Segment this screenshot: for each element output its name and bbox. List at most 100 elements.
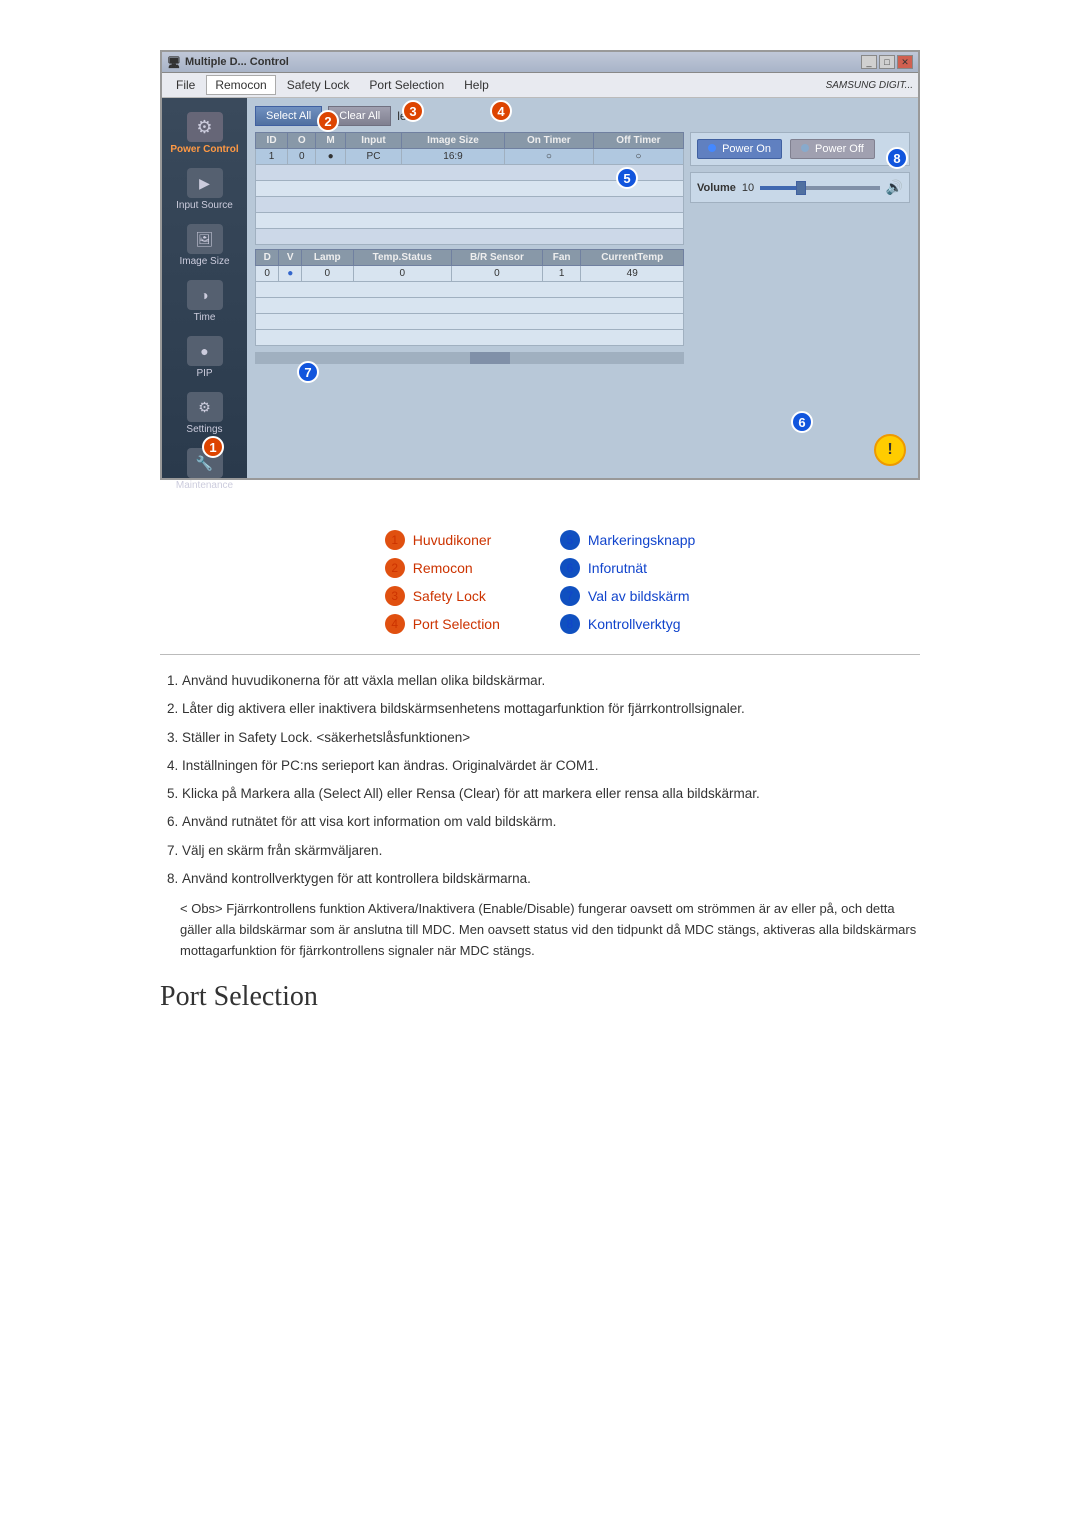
badge-7: 7 xyxy=(297,361,319,383)
menu-safety-lock[interactable]: Safety Lock xyxy=(278,75,359,95)
table-row[interactable] xyxy=(256,330,684,346)
col-header-m: M xyxy=(316,133,345,149)
cell-offtimer: ○ xyxy=(593,149,683,165)
sidebar-item-input-source[interactable]: ▶ Input Source xyxy=(162,164,247,215)
horizontal-scrollbar[interactable] xyxy=(255,352,684,364)
power-off-button[interactable]: Power Off xyxy=(790,139,875,159)
close-button[interactable]: ✕ xyxy=(897,55,913,69)
col-header-lamp: Lamp xyxy=(302,250,353,266)
legend-item-3: 3 Safety Lock xyxy=(385,586,500,606)
legend-label-7: Val av bildskärm xyxy=(588,588,690,604)
warning-icon-container: ! xyxy=(690,430,910,470)
col-header-tempstatus: Temp.Status xyxy=(353,250,452,266)
volume-control: Volume 10 🔊 xyxy=(690,172,910,203)
speaker-icon: 🔊 xyxy=(886,179,903,196)
badge-2: 2 xyxy=(317,110,339,132)
power-controls: Power On Power Off xyxy=(690,132,910,166)
badge-5: 5 xyxy=(616,167,638,189)
cell-currenttemp: 49 xyxy=(581,266,684,282)
control-spacer xyxy=(690,209,910,424)
menu-file[interactable]: File xyxy=(167,75,204,95)
legend-badge-2: 2 xyxy=(385,558,405,578)
cell-v: ● xyxy=(279,266,302,282)
col-header-o: O xyxy=(288,133,316,149)
legend-section: 1 Huvudikoner 2 Remocon 3 Safety Lock 4 … xyxy=(160,530,920,634)
legend-badge-1: 1 xyxy=(385,530,405,550)
col-header-v: V xyxy=(279,250,302,266)
title-bar: 🖥 Multiple D... Control _ □ ✕ xyxy=(162,52,918,73)
desc-5: Klicka på Markera alla (Select All) elle… xyxy=(182,784,920,804)
cell-brsensor: 0 xyxy=(452,266,543,282)
obs-note: < Obs> Fjärrkontrollens funktion Aktiver… xyxy=(160,899,920,961)
desc-3: Ställer in Safety Lock. <säkerhetslåsfun… xyxy=(182,728,920,748)
legend-badge-4: 4 xyxy=(385,614,405,634)
volume-fill xyxy=(760,186,796,190)
badge-4: 4 xyxy=(490,100,512,122)
table-row[interactable] xyxy=(256,197,684,213)
select-all-button[interactable]: Select All xyxy=(255,106,322,126)
col-header-currenttemp: CurrentTemp xyxy=(581,250,684,266)
time-icon: ◑ xyxy=(187,280,223,310)
sidebar-label-input: Input Source xyxy=(176,200,233,211)
volume-label: Volume xyxy=(697,182,736,194)
cell-tempstatus: 0 xyxy=(353,266,452,282)
table-row[interactable] xyxy=(256,213,684,229)
power-on-button[interactable]: Power On xyxy=(697,139,782,159)
legend-col-left: 1 Huvudikoner 2 Remocon 3 Safety Lock 4 … xyxy=(385,530,500,634)
legend-item-8: 8 Kontrollverktyg xyxy=(560,614,695,634)
sidebar-label-power: Power Control xyxy=(170,144,238,155)
volume-slider[interactable] xyxy=(760,186,879,190)
sidebar-item-time[interactable]: ◑ Time xyxy=(162,276,247,327)
sidebar-item-power-control[interactable]: ⚙ Power Control xyxy=(162,108,247,159)
desc-1: Använd huvudikonerna för att växla mella… xyxy=(182,671,920,691)
table-row[interactable] xyxy=(256,314,684,330)
power-control-icon: ⚙ xyxy=(187,112,223,142)
table-row[interactable] xyxy=(256,229,684,245)
cell-m: ● xyxy=(316,149,345,165)
sidebar-label-pip: PIP xyxy=(196,368,212,379)
badge-1: 1 xyxy=(202,436,224,458)
description-list: Använd huvudikonerna för att växla mella… xyxy=(160,671,920,961)
minimize-button[interactable]: _ xyxy=(861,55,877,69)
volume-handle[interactable] xyxy=(796,181,806,195)
power-off-label: Power Off xyxy=(815,143,864,155)
toolbar-row: Select All Clear All le xyxy=(255,106,910,126)
desc-4: Inställningen för PC:ns serieport kan än… xyxy=(182,756,920,776)
col-header-ontimer: On Timer xyxy=(504,133,593,149)
table-row[interactable] xyxy=(256,298,684,314)
legend-label-1: Huvudikoner xyxy=(413,532,492,548)
desc-2: Låter dig aktivera eller inaktivera bild… xyxy=(182,699,920,719)
table-row[interactable] xyxy=(256,282,684,298)
col-header-d: D xyxy=(256,250,279,266)
cell-imagesize: 16:9 xyxy=(402,149,505,165)
maximize-button[interactable]: □ xyxy=(879,55,895,69)
power-off-indicator xyxy=(801,144,809,152)
menu-port-selection[interactable]: Port Selection xyxy=(360,75,453,95)
badge-6: 6 xyxy=(791,411,813,433)
table-row[interactable]: 1 0 ● PC 16:9 ○ ○ xyxy=(256,149,684,165)
power-on-indicator xyxy=(708,144,716,152)
sidebar-item-settings[interactable]: ⚙ Settings xyxy=(162,388,247,439)
legend-badge-3: 3 xyxy=(385,586,405,606)
image-size-icon: 🖼 xyxy=(187,224,223,254)
menu-bar: File Remocon Safety Lock Port Selection … xyxy=(162,73,918,98)
cell-o: 0 xyxy=(288,149,316,165)
sidebar-item-image-size[interactable]: 🖼 Image Size xyxy=(162,220,247,271)
col-header-input: Input xyxy=(345,133,402,149)
screenshot-container: 🖥 Multiple D... Control _ □ ✕ File Remoc… xyxy=(160,50,920,480)
warning-icon: ! xyxy=(874,434,906,466)
top-data-table: ID O M Input Image Size On Timer Off Tim… xyxy=(255,132,684,245)
settings-icon: ⚙ xyxy=(187,392,223,422)
table-row[interactable]: 0 ● 0 0 0 1 49 xyxy=(256,266,684,282)
sidebar: ⚙ Power Control ▶ Input Source 🖼 Image S… xyxy=(162,98,247,478)
input-source-icon: ▶ xyxy=(187,168,223,198)
window-controls: _ □ ✕ xyxy=(861,55,913,69)
sidebar-label-maintenance: Maintenance xyxy=(176,480,233,491)
sidebar-item-pip[interactable]: ● PIP xyxy=(162,332,247,383)
menu-remocon[interactable]: Remocon xyxy=(206,75,275,95)
legend-item-4: 4 Port Selection xyxy=(385,614,500,634)
col-header-imagesize: Image Size xyxy=(402,133,505,149)
cell-d: 0 xyxy=(256,266,279,282)
samsung-logo: SAMSUNG DIGIT... xyxy=(826,80,913,91)
menu-help[interactable]: Help xyxy=(455,75,498,95)
